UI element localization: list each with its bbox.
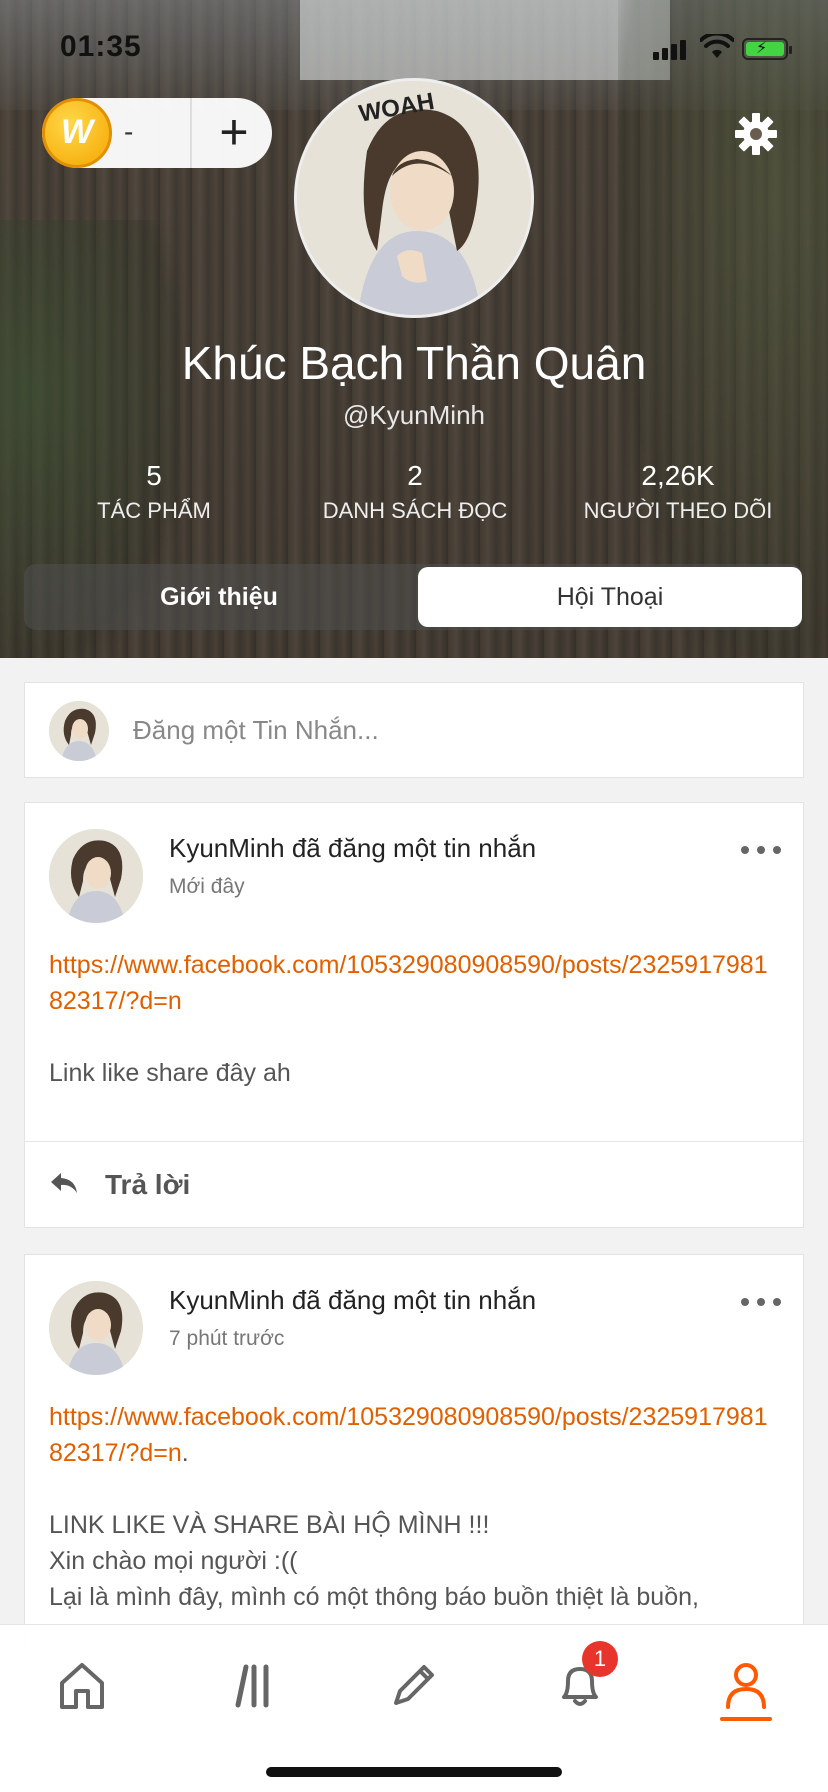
profile-header: 01:35 ⚡ W - + WOAH Khúc Bạch Thần Quân @… bbox=[0, 0, 828, 658]
tab-about[interactable]: Giới thiệu bbox=[24, 564, 414, 630]
more-options-icon[interactable] bbox=[741, 843, 785, 857]
status-time: 01:35 bbox=[60, 30, 142, 63]
cellular-signal-icon bbox=[653, 38, 689, 60]
message-composer[interactable]: Đăng một Tin Nhắn... bbox=[24, 682, 804, 778]
reply-label: Trả lời bbox=[105, 1169, 191, 1200]
stat-works[interactable]: 5 TÁC PHẨM bbox=[84, 460, 224, 524]
profile-handle: @KyunMinh bbox=[342, 400, 485, 430]
library-icon[interactable] bbox=[220, 1655, 280, 1715]
home-icon[interactable] bbox=[52, 1655, 112, 1715]
notifications-tab[interactable]: 1 bbox=[550, 1641, 618, 1715]
active-tab-indicator bbox=[720, 1717, 772, 1721]
post-body: Link like share đây ah bbox=[49, 1059, 291, 1087]
post-link-wrapper: https://www.facebook.com/105329080908590… bbox=[49, 1399, 769, 1471]
stat-reading-lists[interactable]: 2 DANH SÁCH ĐỌC bbox=[320, 460, 510, 524]
stat-value: 2,26K bbox=[641, 460, 715, 491]
stat-label: DANH SÁCH ĐỌC bbox=[322, 498, 508, 523]
post-body: LINK LIKE VÀ SHARE BÀI HỘ MÌNH !!! Xin c… bbox=[49, 1511, 699, 1611]
tab-conversations[interactable]: Hội Thoại bbox=[418, 567, 802, 627]
write-icon[interactable] bbox=[382, 1655, 442, 1715]
profile-icon[interactable] bbox=[716, 1655, 776, 1715]
message-post: KyunMinh đã đăng một tin nhắn 7 phút trư… bbox=[24, 1254, 804, 1654]
coin-divider bbox=[190, 98, 192, 168]
wifi-icon bbox=[700, 34, 734, 58]
post-link[interactable]: https://www.facebook.com/105329080908590… bbox=[49, 947, 769, 1019]
stat-value: 5 bbox=[146, 460, 162, 491]
profile-name: Khúc Bạch Thần Quân bbox=[181, 337, 647, 389]
message-post: KyunMinh đã đăng một tin nhắn Mới đây ht… bbox=[24, 802, 805, 1228]
gear-icon[interactable] bbox=[734, 112, 778, 156]
home-indicator[interactable] bbox=[266, 1767, 562, 1777]
stat-value: 2 bbox=[407, 460, 423, 491]
post-timestamp: 7 phút trước bbox=[169, 1327, 285, 1350]
profile-tabs: Giới thiệu Hội Thoại bbox=[24, 564, 802, 630]
reply-icon bbox=[51, 1173, 77, 1193]
coin-count: - bbox=[124, 116, 134, 147]
post-timestamp: Mới đây bbox=[169, 875, 245, 898]
divider bbox=[25, 1141, 805, 1142]
more-options-icon[interactable] bbox=[741, 1295, 785, 1309]
avatar-illustration: WOAH bbox=[297, 81, 531, 315]
notification-badge: 1 bbox=[582, 1641, 618, 1677]
composer-placeholder[interactable]: Đăng một Tin Nhắn... bbox=[133, 715, 379, 746]
post-title: KyunMinh đã đăng một tin nhắn bbox=[169, 833, 537, 863]
battery-icon: ⚡ bbox=[742, 38, 792, 60]
avatar bbox=[49, 701, 109, 761]
post-link-suffix: . bbox=[181, 1439, 189, 1467]
coin-wallet[interactable]: W - + bbox=[42, 98, 272, 168]
stat-label: TÁC PHẨM bbox=[97, 498, 211, 523]
stat-followers[interactable]: 2,26K NGƯỜI THEO DÕI bbox=[578, 460, 778, 524]
coin-icon: W bbox=[42, 98, 112, 168]
bottom-navigation: 1 bbox=[0, 1624, 828, 1792]
stat-label: NGƯỜI THEO DÕI bbox=[583, 498, 773, 523]
buy-coins-button[interactable]: + bbox=[202, 102, 266, 162]
avatar[interactable] bbox=[49, 829, 143, 923]
avatar[interactable] bbox=[49, 1281, 143, 1375]
post-title: KyunMinh đã đăng một tin nhắn bbox=[169, 1285, 537, 1315]
profile-avatar[interactable]: WOAH bbox=[294, 78, 534, 318]
post-link[interactable]: https://www.facebook.com/105329080908590… bbox=[49, 1403, 768, 1467]
